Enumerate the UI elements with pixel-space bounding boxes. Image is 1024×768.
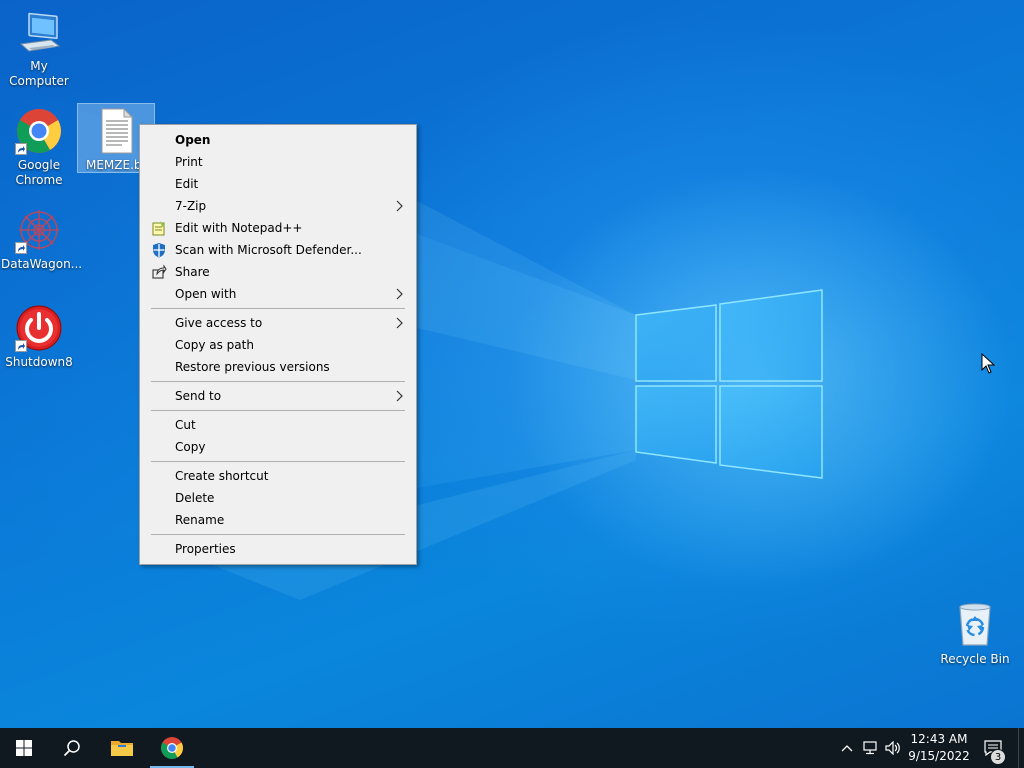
menu-separator [151, 381, 405, 382]
shortcut-arrow-icon [15, 340, 27, 352]
desktop-icon-google-chrome[interactable]: Google Chrome [1, 107, 77, 188]
clock-date: 9/15/2022 [908, 749, 970, 763]
chevron-right-icon [396, 200, 403, 212]
volume-icon [885, 741, 900, 755]
desktop-icon-recycle-bin[interactable]: Recycle Bin [937, 601, 1013, 667]
clock[interactable]: 12:43 AM 9/15/2022 [905, 731, 973, 765]
mouse-cursor-icon [981, 353, 995, 374]
menu-item-scan-defender[interactable]: Scan with Microsoft Defender... [142, 239, 414, 261]
menu-item-delete[interactable]: Delete [142, 487, 414, 509]
defender-shield-icon [153, 243, 165, 258]
datawagon-icon [15, 206, 63, 254]
menu-item-label: Print [175, 155, 203, 169]
desktop[interactable]: My Computer Google Chrome MEMZE.ba DataW… [0, 0, 1024, 728]
menu-separator [151, 461, 405, 462]
desktop-icon-label: Shutdown8 [5, 355, 73, 369]
menu-item-label: Open with [175, 287, 237, 301]
menu-item-label: 7-Zip [175, 199, 207, 213]
menu-item-label: Copy [175, 440, 206, 454]
chevron-up-icon [841, 745, 853, 752]
menu-item-label: Open [175, 133, 211, 147]
menu-item-label: Delete [175, 491, 215, 505]
menu-item-open[interactable]: Open [142, 129, 414, 151]
menu-item-give-access-to[interactable]: Give access to [142, 312, 414, 334]
folder-icon [111, 741, 133, 756]
file-explorer-button[interactable] [98, 728, 146, 768]
network-icon [863, 741, 877, 755]
notification-count-badge: 3 [990, 749, 1006, 765]
desktop-icon-label: DataWagon... [1, 257, 83, 271]
menu-separator [151, 308, 405, 309]
windows-logo-icon [16, 740, 32, 756]
menu-item-7zip[interactable]: 7-Zip [142, 195, 414, 217]
menu-item-label: Give access to [175, 316, 263, 330]
desktop-icon-datawagon[interactable]: DataWagon... [1, 206, 83, 272]
menu-separator [151, 534, 405, 535]
menu-item-copy-as-path[interactable]: Copy as path [142, 334, 414, 356]
menu-item-label: Properties [175, 542, 236, 556]
chevron-right-icon [396, 288, 403, 300]
menu-item-cut[interactable]: Cut [142, 414, 414, 436]
menu-item-send-to[interactable]: Send to [142, 385, 414, 407]
menu-item-label: Copy as path [175, 338, 254, 352]
menu-item-label: Edit with Notepad++ [175, 221, 303, 235]
desktop-icon-label: Recycle Bin [940, 652, 1010, 666]
power-icon [15, 304, 63, 352]
menu-item-properties[interactable]: Properties [142, 538, 414, 560]
menu-item-label: Scan with Microsoft Defender... [175, 243, 362, 257]
share-icon [152, 264, 167, 279]
menu-item-rename[interactable]: Rename [142, 509, 414, 531]
search-button[interactable] [48, 728, 96, 768]
menu-item-label: Restore previous versions [175, 360, 330, 374]
menu-item-create-shortcut[interactable]: Create shortcut [142, 465, 414, 487]
menu-item-restore-previous-versions[interactable]: Restore previous versions [142, 356, 414, 378]
chrome-icon [161, 737, 183, 759]
show-hidden-icons-button[interactable] [836, 728, 858, 768]
menu-item-label: Edit [175, 177, 199, 191]
menu-item-print[interactable]: Print [142, 151, 414, 173]
text-file-icon [92, 107, 140, 155]
chevron-right-icon [396, 317, 403, 329]
clock-time: 12:43 AM [910, 732, 968, 746]
show-desktop-button[interactable] [1018, 728, 1024, 768]
menu-item-edit[interactable]: Edit [142, 173, 414, 195]
chevron-right-icon [396, 390, 403, 402]
desktop-icon-label: Google Chrome [15, 158, 63, 187]
menu-item-open-with[interactable]: Open with [142, 283, 414, 305]
recycle-bin-icon [951, 601, 999, 649]
menu-item-copy[interactable]: Copy [142, 436, 414, 458]
chrome-icon [15, 107, 63, 155]
desktop-icon-label: My Computer [9, 59, 69, 88]
menu-item-edit-with-notepadpp[interactable]: Edit with Notepad++ [142, 217, 414, 239]
menu-item-label: Send to [175, 389, 222, 403]
volume-button[interactable] [882, 728, 904, 768]
shortcut-arrow-icon [15, 242, 27, 254]
shortcut-arrow-icon [15, 143, 27, 155]
menu-item-label: Create shortcut [175, 469, 269, 483]
menu-item-label: Share [175, 265, 210, 279]
menu-item-label: Rename [175, 513, 225, 527]
chrome-taskbar-button[interactable] [148, 728, 196, 768]
network-button[interactable] [860, 728, 882, 768]
menu-item-label: Cut [175, 418, 196, 432]
start-button[interactable] [0, 728, 48, 768]
windows-logo-icon [635, 289, 823, 479]
notepad-plus-plus-icon [152, 221, 165, 236]
computer-icon [15, 8, 63, 56]
menu-separator [151, 410, 405, 411]
search-icon [63, 740, 80, 757]
taskbar: 12:43 AM 9/15/2022 3 [0, 728, 1024, 768]
desktop-icon-my-computer[interactable]: My Computer [1, 8, 77, 89]
context-menu: Open Print Edit 7-Zip Edit with Notepad+… [139, 124, 417, 565]
desktop-icon-shutdown8[interactable]: Shutdown8 [1, 304, 77, 370]
menu-item-share[interactable]: Share [142, 261, 414, 283]
